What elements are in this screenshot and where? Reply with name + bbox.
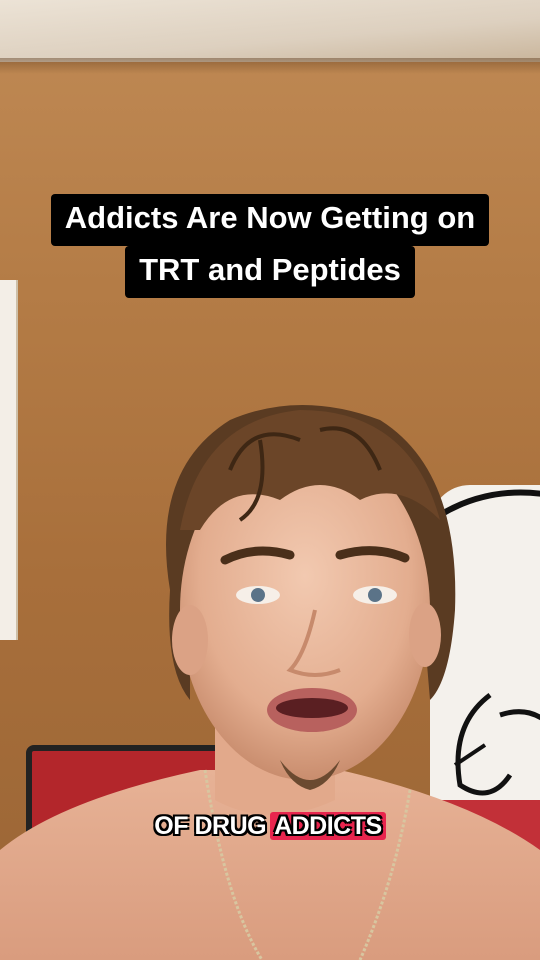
caption-highlight-word: ADDICTS (270, 812, 386, 840)
caption-words: OF DRUG (154, 812, 267, 840)
title-overlay: Addicts Are Now Getting on TRT and Pepti… (0, 194, 540, 298)
video-frame: Addicts Are Now Getting on TRT and Pepti… (0, 0, 540, 960)
ceiling-shadow (0, 58, 540, 74)
ceiling (0, 0, 540, 62)
title-line-2: TRT and Peptides (125, 245, 415, 298)
subtitle-caption: OF DRUG ADDICTS (0, 812, 540, 841)
person-illustration (0, 405, 540, 960)
title-line-1: Addicts Are Now Getting on (50, 194, 490, 246)
